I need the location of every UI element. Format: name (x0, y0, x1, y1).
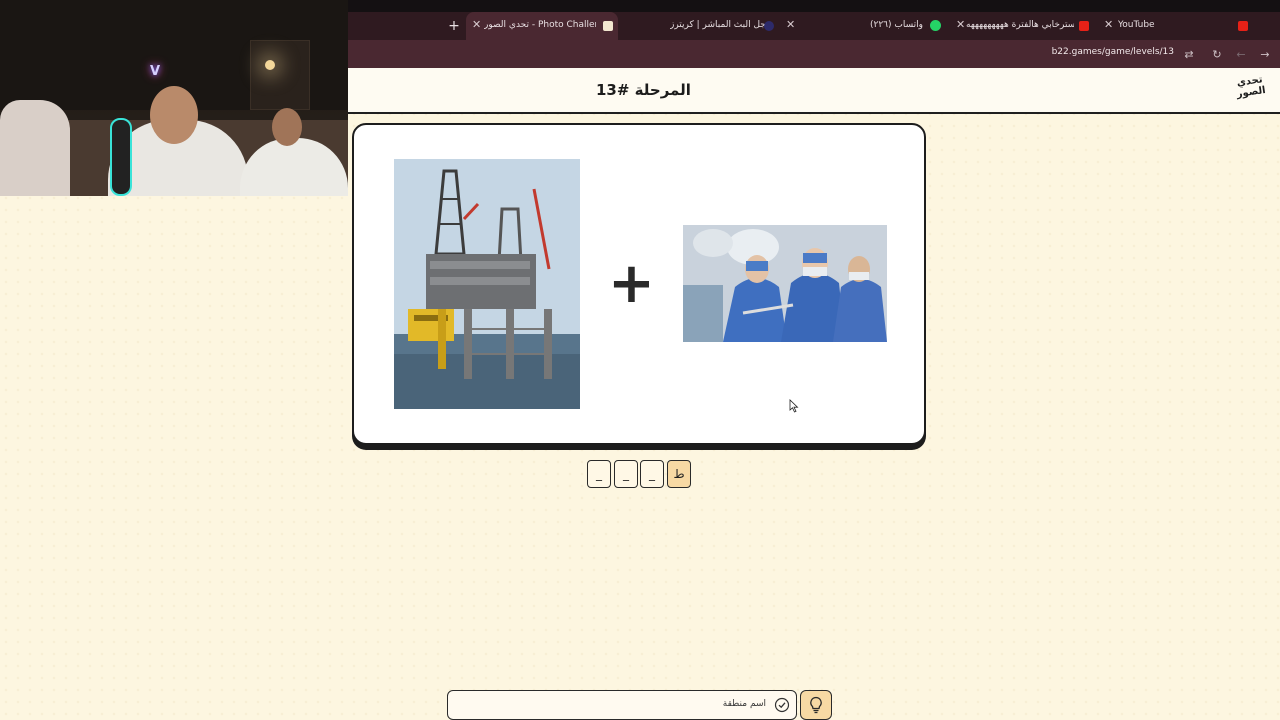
answer-slot[interactable]: _ (640, 460, 664, 488)
close-icon[interactable]: ✕ (472, 18, 481, 31)
plus-icon: + (608, 251, 655, 316)
browser-toolbar: b22.games/game/levels/13 ⇄ ↻ ← → (348, 40, 1280, 68)
close-icon[interactable]: ✕ (956, 18, 965, 31)
tab-label: YouTube (1118, 20, 1155, 30)
check-circle-icon (774, 697, 790, 713)
answer-slot[interactable]: ط (667, 460, 691, 488)
browser-tab-bar: + ✕ تحدي الصور - Photo Challenge سجل الب… (348, 0, 1280, 40)
game-icon (603, 21, 613, 31)
tab-youtube-video[interactable]: استرخابي هالفترة هههههههههه ✕ (966, 12, 1113, 40)
whatsapp-icon (930, 20, 941, 31)
tab-whatsapp[interactable]: (٢٢٦) واتساب ✕ (858, 12, 965, 40)
window-top-strip (348, 0, 1280, 12)
youtube-icon (1079, 21, 1089, 31)
webcam-person-main-head (150, 86, 198, 144)
tab-stream-log[interactable]: سجل البث المباشر | كريترز ✕ (648, 12, 800, 40)
oil-rig-photo (394, 159, 580, 409)
hint-button[interactable] (800, 690, 832, 720)
answer-slots: ط _ _ _ (587, 460, 692, 488)
reload-icon[interactable]: ↻ (1208, 45, 1226, 63)
answer-slot[interactable]: _ (614, 460, 638, 488)
webcam-left-figure (0, 100, 70, 196)
forward-icon[interactable]: → (1256, 45, 1274, 63)
webcam-person-second-head (272, 108, 302, 146)
microphone (110, 118, 132, 196)
tab-label: (٢٢٦) واتساب (870, 20, 924, 30)
webcam-lamp (265, 60, 275, 70)
tab-photo-challenge[interactable]: ✕ تحدي الصور - Photo Challenge (466, 12, 618, 40)
hint-text: اسم منطقة (722, 699, 766, 709)
lightbulb-icon (810, 696, 822, 714)
address-bar[interactable]: b22.games/game/levels/13 (1052, 47, 1174, 57)
site-settings-icon[interactable]: ⇄ (1180, 45, 1198, 63)
close-icon[interactable]: ✕ (786, 18, 795, 31)
hint-bar[interactable]: اسم منطقة (447, 690, 797, 720)
tab-label: استرخابي هالفترة هههههههههه (966, 20, 1074, 30)
surgeons-drawing (683, 225, 887, 342)
surgeons-photo (683, 225, 887, 342)
tab-label: تحدي الصور - Photo Challenge (484, 20, 596, 30)
back-icon[interactable]: ← (1232, 45, 1250, 63)
app-header: المرحلة #13 تحدي الصور (348, 68, 1280, 114)
mouse-cursor-icon (789, 399, 799, 413)
tab-youtube[interactable]: YouTube (1114, 12, 1274, 40)
level-title: المرحلة #13 (596, 81, 691, 99)
app-logo[interactable]: تحدي الصور (1230, 74, 1272, 109)
youtube-icon (1238, 21, 1248, 31)
oil-rig-drawing (394, 159, 580, 409)
answer-slot[interactable]: _ (587, 460, 611, 488)
neon-sign: V (150, 64, 161, 79)
webcam-overlay: V (0, 0, 348, 196)
new-tab-button[interactable]: + (443, 12, 465, 40)
kick-icon (764, 21, 774, 31)
puzzle-card: + (352, 123, 926, 445)
webcam-shelf (250, 40, 310, 110)
close-icon[interactable]: ✕ (1104, 18, 1113, 31)
